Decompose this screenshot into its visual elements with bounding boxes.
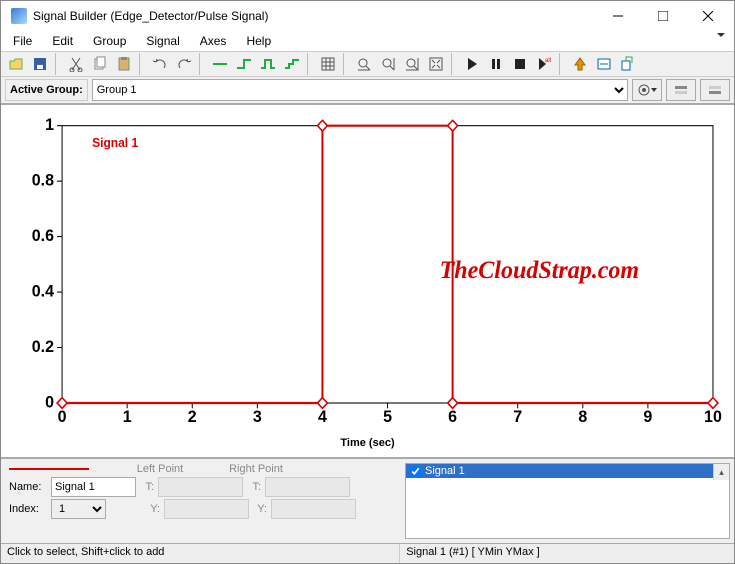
svg-text:0.2: 0.2: [32, 336, 54, 356]
group-collapse-button[interactable]: [666, 79, 696, 101]
y-label-right: Y:: [253, 503, 267, 515]
export-icon[interactable]: [617, 53, 639, 75]
paste-icon[interactable]: [113, 53, 135, 75]
left-point-header: Left Point: [115, 463, 205, 475]
menu-signal[interactable]: Signal: [140, 33, 185, 49]
svg-text:8: 8: [578, 407, 587, 427]
left-y-field[interactable]: [164, 499, 249, 519]
svg-text:6: 6: [448, 407, 457, 427]
stair-signal-icon[interactable]: [281, 53, 303, 75]
svg-text:0.6: 0.6: [32, 225, 54, 245]
index-label: Index:: [9, 503, 47, 515]
signal-plot[interactable]: 0 1 2 3 4 5 6 7 8 9 10 0 0.2 0.4 0.6 0.8 1 Signal 1 TheClo…: [7, 115, 728, 435]
zoom-in-y-icon[interactable]: [377, 53, 399, 75]
menu-help[interactable]: Help: [240, 33, 277, 49]
pause-icon[interactable]: [485, 53, 507, 75]
svg-text:1: 1: [45, 115, 54, 134]
status-right: Signal 1 (#1) [ YMin YMax ]: [400, 544, 734, 563]
const-signal-icon[interactable]: [209, 53, 231, 75]
svg-text:4: 4: [318, 407, 328, 427]
svg-text:9: 9: [643, 407, 652, 427]
menu-axes[interactable]: Axes: [194, 33, 233, 49]
signal-visible-checkbox[interactable]: [410, 466, 421, 477]
svg-text:1: 1: [123, 407, 132, 427]
y-label-left: Y:: [146, 503, 160, 515]
signal-list-item[interactable]: Signal 1: [406, 464, 729, 478]
svg-text:0: 0: [58, 407, 67, 427]
app-icon: [11, 8, 27, 24]
stop-icon[interactable]: [509, 53, 531, 75]
save-icon[interactable]: [29, 53, 51, 75]
play-all-icon[interactable]: all: [533, 53, 555, 75]
svg-text:TheCloudStrap.com: TheCloudStrap.com: [440, 257, 640, 285]
undo-icon[interactable]: [149, 53, 171, 75]
step-signal-icon[interactable]: [233, 53, 255, 75]
svg-text:0: 0: [45, 392, 54, 412]
up-icon[interactable]: [569, 53, 591, 75]
close-button[interactable]: [685, 2, 730, 30]
svg-text:2: 2: [188, 407, 197, 427]
svg-text:7: 7: [513, 407, 522, 427]
pulse-signal-icon[interactable]: [257, 53, 279, 75]
open-icon[interactable]: [5, 53, 27, 75]
svg-text:5: 5: [383, 407, 392, 427]
menu-file[interactable]: File: [7, 33, 38, 49]
left-t-field[interactable]: [158, 477, 243, 497]
t-label-left: T:: [140, 481, 154, 493]
right-point-header: Right Point: [211, 463, 301, 475]
status-left: Click to select, Shift+click to add: [1, 544, 400, 563]
zoom-in-x-icon[interactable]: [353, 53, 375, 75]
grid-icon[interactable]: [317, 53, 339, 75]
maximize-button[interactable]: [640, 2, 685, 30]
copy-icon[interactable]: [89, 53, 111, 75]
signal-list[interactable]: Signal 1 ▴: [405, 463, 730, 539]
group-expand-button[interactable]: [700, 79, 730, 101]
svg-text:3: 3: [253, 407, 262, 427]
svg-text:10: 10: [704, 407, 722, 427]
svg-text:0.4: 0.4: [32, 281, 55, 301]
menu-group[interactable]: Group: [87, 33, 132, 49]
window-title: Signal Builder (Edge_Detector/Pulse Sign…: [33, 9, 595, 23]
scroll-up-icon[interactable]: ▴: [713, 464, 729, 480]
signal-color-swatch: [9, 468, 89, 470]
cut-icon[interactable]: [65, 53, 87, 75]
group-settings-button[interactable]: [632, 79, 662, 101]
svg-text:0.8: 0.8: [32, 170, 54, 190]
play-icon[interactable]: [461, 53, 483, 75]
minimize-button[interactable]: [595, 2, 640, 30]
ribbon-caret[interactable]: [712, 31, 730, 39]
right-y-field[interactable]: [271, 499, 356, 519]
index-select[interactable]: 1: [51, 499, 106, 519]
svg-text:all: all: [545, 58, 551, 64]
t-label-right: T:: [247, 481, 261, 493]
redo-icon[interactable]: [173, 53, 195, 75]
block-icon[interactable]: [593, 53, 615, 75]
menu-edit[interactable]: Edit: [46, 33, 79, 49]
signal-list-item-label: Signal 1: [425, 465, 465, 477]
name-label: Name:: [9, 481, 47, 493]
right-t-field[interactable]: [265, 477, 350, 497]
x-axis-label: Time (sec): [7, 435, 728, 453]
svg-text:Signal 1: Signal 1: [92, 136, 138, 150]
zoom-xy-icon[interactable]: [401, 53, 423, 75]
name-field[interactable]: [51, 477, 136, 497]
active-group-label: Active Group:: [5, 79, 88, 101]
fit-icon[interactable]: [425, 53, 447, 75]
active-group-select[interactable]: Group 1: [92, 79, 628, 101]
